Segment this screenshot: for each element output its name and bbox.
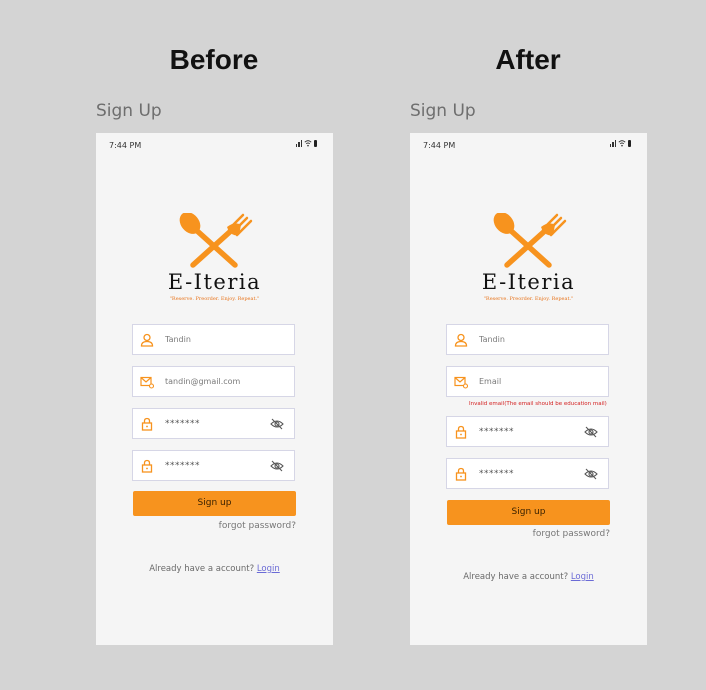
username-field[interactable]: Tandin — [446, 324, 609, 355]
eye-off-icon[interactable] — [584, 468, 598, 480]
wifi-icon — [618, 140, 626, 147]
confirm-password-value: ******* — [165, 460, 200, 471]
before-frame-title: Sign Up — [96, 101, 162, 121]
fork-spoon-logo-icon — [493, 213, 567, 268]
confirm-password-field[interactable]: ******* — [132, 450, 295, 481]
email-icon — [454, 376, 468, 389]
login-link[interactable]: Login — [571, 572, 594, 582]
lock-icon — [455, 467, 467, 481]
signal-icon — [295, 140, 302, 147]
lock-icon — [141, 417, 153, 431]
account-text: Already have a account? — [463, 572, 569, 582]
email-error-message: Invalid email(The email should be educat… — [469, 401, 607, 407]
password-field[interactable]: ******* — [446, 416, 609, 447]
account-prompt: Already have a account? Login — [96, 564, 333, 574]
login-link[interactable]: Login — [257, 564, 280, 574]
username-value: Tandin — [479, 335, 505, 344]
eye-off-icon[interactable] — [270, 460, 284, 472]
after-heading: After — [495, 44, 561, 75]
password-value: ******* — [479, 426, 514, 437]
wifi-icon — [304, 140, 312, 147]
username-value: Tandin — [165, 335, 191, 344]
forgot-password-link[interactable]: forgot password? — [533, 529, 610, 539]
signup-button[interactable]: Sign up — [133, 491, 296, 516]
status-time: 7:44 PM — [109, 141, 142, 150]
signup-button[interactable]: Sign up — [447, 500, 610, 525]
status-bar-icons — [295, 139, 317, 147]
eye-off-icon[interactable] — [584, 426, 598, 438]
after-frame-title: Sign Up — [410, 101, 476, 121]
fork-spoon-logo-icon — [179, 213, 253, 268]
account-prompt: Already have a account? Login — [410, 572, 647, 582]
user-icon — [140, 333, 154, 347]
confirm-password-field[interactable]: ******* — [446, 458, 609, 489]
battery-icon — [314, 140, 317, 147]
account-text: Already have a account? — [149, 564, 255, 574]
after-phone-screen: 7:44 PM E-Iteria "Reserve. Preorder. Enj… — [410, 133, 647, 645]
tagline: "Reserve. Preorder. Enjoy. Repeat." — [483, 296, 574, 302]
status-bar-icons — [609, 139, 631, 147]
before-heading: Before — [169, 44, 259, 75]
tagline: "Reserve. Preorder. Enjoy. Repeat." — [169, 296, 260, 302]
user-icon — [454, 333, 468, 347]
signal-icon — [609, 140, 616, 147]
email-icon — [140, 376, 154, 389]
password-value: ******* — [165, 418, 200, 429]
forgot-password-link[interactable]: forgot password? — [219, 521, 296, 531]
status-time: 7:44 PM — [423, 141, 456, 150]
brand-name: E-Iteria — [481, 270, 576, 294]
email-placeholder: Email — [479, 377, 502, 386]
email-field[interactable]: Email — [446, 366, 609, 397]
brand-name: E-Iteria — [167, 270, 262, 294]
eye-off-icon[interactable] — [270, 418, 284, 430]
lock-icon — [455, 425, 467, 439]
battery-icon — [628, 140, 631, 147]
username-field[interactable]: Tandin — [132, 324, 295, 355]
password-field[interactable]: ******* — [132, 408, 295, 439]
confirm-password-value: ******* — [479, 468, 514, 479]
email-value: tandin@gmail.com — [165, 377, 241, 386]
before-phone-screen: 7:44 PM E-Iteria "Reserve. Preorder. Enj… — [96, 133, 333, 645]
lock-icon — [141, 459, 153, 473]
email-field[interactable]: tandin@gmail.com — [132, 366, 295, 397]
